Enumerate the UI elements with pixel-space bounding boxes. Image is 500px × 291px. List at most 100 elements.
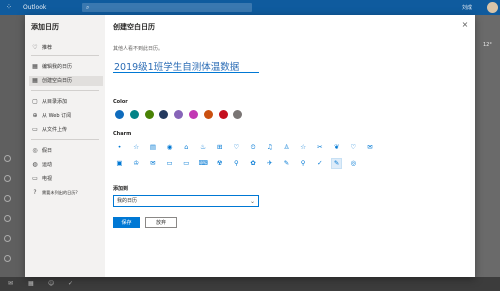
nav-item-label: 推荐 — [42, 45, 53, 51]
charm-icon[interactable]: ⏲ — [249, 143, 258, 152]
charm-icon[interactable]: ✿ — [249, 159, 258, 168]
charm-icon[interactable]: ⌨ — [199, 159, 208, 168]
calendar-edit-icon: ▦ — [32, 63, 38, 70]
save-button[interactable]: 保存 — [113, 217, 140, 228]
color-swatch[interactable] — [144, 110, 154, 119]
charm-icon[interactable]: • — [115, 143, 124, 152]
calendar-name-input[interactable] — [113, 59, 259, 73]
calendar-checkbox — [4, 215, 11, 222]
color-swatch[interactable] — [233, 110, 243, 119]
todo-icon[interactable]: ✓ — [68, 280, 73, 287]
charm-icon[interactable]: ▤ — [148, 143, 157, 152]
calendar-checkbox — [4, 235, 11, 242]
nav-item-add-from-directory[interactable]: ▢ 从目录添加 — [29, 97, 103, 107]
charm-icon[interactable]: ✉ — [366, 143, 375, 152]
nav-item-tv[interactable]: ▭ 电视 — [29, 174, 103, 184]
charm-icon[interactable]: ☆ — [299, 143, 308, 152]
add-to-value: 我的日历 — [117, 198, 138, 204]
help-icon: ? — [33, 189, 37, 196]
color-label: Color — [113, 99, 128, 105]
nav-item-label: 假日 — [42, 148, 53, 154]
color-swatch[interactable] — [189, 110, 198, 119]
close-icon[interactable]: × — [461, 21, 469, 29]
charm-icon[interactable]: ♙ — [282, 143, 291, 152]
divider — [31, 55, 99, 56]
nav-item-label: 从 Web 订阅 — [42, 113, 72, 119]
app-launcher-icon[interactable]: ⁘ — [6, 3, 15, 12]
divider — [31, 139, 99, 140]
people-icon[interactable]: ☺ — [48, 280, 54, 287]
nav-item-request-calendar[interactable]: ? 需要未列出的日历? — [29, 188, 103, 198]
tv-icon: ▭ — [32, 175, 38, 182]
nav-item-sports[interactable]: ◍ 运动 — [29, 160, 103, 170]
app-brand[interactable]: Outlook — [23, 4, 46, 11]
charm-icon[interactable]: ✂ — [315, 143, 324, 152]
user-name: 刘成 — [462, 5, 473, 11]
charm-icon[interactable]: ♡ — [349, 143, 358, 152]
charm-icon[interactable]: ✈ — [265, 159, 274, 168]
charm-icon[interactable]: ♨ — [199, 143, 208, 152]
calendar-checkbox — [4, 155, 11, 162]
color-swatch[interactable] — [218, 110, 228, 119]
charm-icon[interactable]: ☢ — [215, 159, 224, 168]
dialog-subtitle: 其他人看不到此日历。 — [113, 46, 164, 52]
charm-icon[interactable]: ▣ — [115, 159, 124, 168]
charm-icon[interactable]: ▭ — [165, 159, 174, 168]
nav-item-label: 从文件上传 — [42, 127, 68, 133]
charm-icon[interactable]: ◉ — [165, 143, 174, 152]
app-header: ⁘ Outlook ⌕ 刘成 — [0, 0, 500, 15]
charm-icon[interactable]: ◎ — [349, 159, 358, 168]
bottom-bar: ✉ ▦ ☺ ✓ — [0, 277, 500, 291]
charm-icon[interactable]: ✓ — [315, 159, 324, 168]
charm-icon[interactable]: ▭ — [182, 159, 191, 168]
charm-icon[interactable]: ✎ — [331, 158, 343, 169]
charm-icon[interactable]: ⊞ — [215, 143, 224, 152]
charm-icon[interactable]: ☆ — [132, 143, 141, 152]
charm-label: Charm — [113, 131, 132, 137]
globe-icon: ◎ — [32, 147, 38, 154]
color-swatch[interactable] — [115, 110, 124, 119]
nav-item-recommended[interactable]: ♡ 推荐 — [29, 43, 103, 53]
folder-import-icon: ▢ — [32, 98, 38, 105]
nav-item-label: 运动 — [42, 162, 53, 168]
calendar-icon[interactable]: ▦ — [28, 280, 34, 287]
nav-item-holidays[interactable]: ◎ 假日 — [29, 146, 103, 156]
nav-item-label: 创建空白日历 — [42, 78, 73, 84]
calendar-checkbox — [4, 195, 11, 202]
charm-icon[interactable]: ♫ — [265, 143, 274, 152]
charm-icon[interactable]: ✎ — [282, 159, 291, 168]
chevron-down-icon: ⌄ — [249, 198, 255, 205]
charm-icon[interactable]: ⌂ — [182, 143, 191, 152]
nav-item-label: 电视 — [42, 176, 53, 182]
nav-item-create-blank-calendar[interactable]: ▦ 创建空白日历 — [29, 76, 103, 86]
mail-icon[interactable]: ✉ — [8, 280, 13, 287]
charm-icon[interactable]: ♡ — [232, 143, 241, 152]
charm-icon[interactable]: ⚲ — [232, 159, 241, 168]
search-box[interactable]: ⌕ — [82, 3, 252, 12]
nav-item-upload-from-file[interactable]: ▭ 从文件上传 — [29, 125, 103, 135]
color-swatch[interactable] — [174, 110, 184, 119]
background-left-pane — [0, 15, 25, 277]
dialog-nav-pane: 添加日历 ♡ 推荐 ▦ 编辑我的日历 ▦ 创建空白日历 ▢ 从目录添加 ⊕ 从 … — [25, 15, 105, 277]
calendar-add-icon: ▦ — [32, 77, 38, 84]
charm-icon[interactable]: ♔ — [132, 159, 141, 168]
background-right-pane: 12° — [475, 15, 500, 277]
avatar[interactable] — [487, 2, 498, 13]
sports-icon: ◍ — [32, 161, 38, 168]
weather-text: 12° — [483, 42, 492, 48]
divider — [31, 90, 99, 91]
add-to-dropdown[interactable]: 我的日历 ⌄ — [113, 195, 259, 207]
color-swatch[interactable] — [159, 110, 169, 119]
nav-item-subscribe-from-web[interactable]: ⊕ 从 Web 订阅 — [29, 111, 103, 121]
charm-icon[interactable]: ⚲ — [299, 159, 308, 168]
discard-button[interactable]: 放弃 — [145, 217, 177, 228]
add-calendar-dialog: 添加日历 ♡ 推荐 ▦ 编辑我的日历 ▦ 创建空白日历 ▢ 从目录添加 ⊕ 从 … — [25, 15, 475, 277]
nav-item-label: 从目录添加 — [42, 99, 68, 105]
color-swatch[interactable] — [129, 110, 139, 119]
nav-item-label: 需要未列出的日历? — [42, 190, 78, 195]
nav-item-label: 编辑我的日历 — [42, 64, 73, 70]
charm-icon[interactable]: ❦ — [332, 143, 341, 152]
charm-icon[interactable]: ✉ — [148, 159, 157, 168]
color-swatch[interactable] — [203, 110, 213, 119]
nav-item-edit-my-calendars[interactable]: ▦ 编辑我的日历 — [29, 62, 103, 72]
